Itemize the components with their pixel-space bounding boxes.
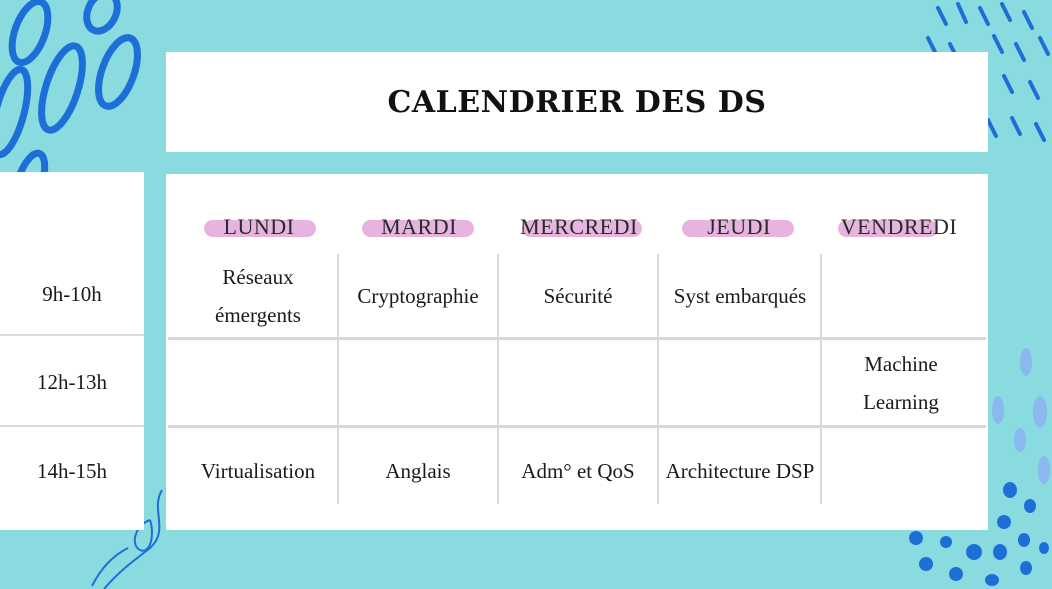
column-divider bbox=[657, 428, 659, 504]
time-slot-1: 9h-10h bbox=[42, 282, 102, 306]
schedule-cell-mercredi-12h bbox=[499, 342, 657, 424]
schedule-cell-lundi-14h: Virtualisation bbox=[200, 459, 316, 483]
title-card: CALENDRIER DES DS bbox=[166, 52, 988, 152]
day-label: VENDREDI bbox=[840, 214, 958, 239]
day-header-vendredi: VENDREDI bbox=[824, 212, 974, 242]
column-divider bbox=[657, 254, 659, 338]
schedule-cell-jeudi-12h bbox=[661, 342, 819, 424]
row-divider bbox=[168, 337, 986, 340]
page-title: CALENDRIER DES DS bbox=[387, 84, 767, 120]
day-label: MERCREDI bbox=[520, 214, 638, 239]
time-divider bbox=[0, 334, 144, 336]
day-header-mardi: MARDI bbox=[344, 212, 494, 242]
day-label: LUNDI bbox=[223, 214, 295, 239]
schedule-cell-lundi-12h bbox=[179, 342, 337, 424]
time-slot-3: 14h-15h bbox=[37, 459, 107, 483]
schedule-cell-mardi-12h bbox=[339, 342, 497, 424]
schedule-grid: LUNDI MARDI MERCREDI JEUDI VENDREDI Rése… bbox=[166, 174, 988, 530]
time-column: 9h-10h 12h-13h 14h-15h bbox=[0, 172, 144, 530]
schedule-cell-mercredi-14h: Adm° et QoS bbox=[521, 459, 635, 483]
time-divider bbox=[0, 425, 144, 427]
day-label: JEUDI bbox=[707, 214, 771, 239]
schedule-cell-jeudi-9h: Syst embarqués bbox=[673, 284, 807, 308]
schedule-cell-mardi-14h: Anglais bbox=[385, 459, 451, 483]
day-header-lundi: LUNDI bbox=[184, 212, 334, 242]
day-header-mercredi: MERCREDI bbox=[504, 212, 654, 242]
row-divider bbox=[168, 425, 986, 428]
day-header-jeudi: JEUDI bbox=[664, 212, 814, 242]
schedule-cell-vendredi-12h: Machine Learning bbox=[863, 352, 939, 414]
schedule-cell-mardi-9h: Cryptographie bbox=[357, 284, 479, 308]
schedule-cell-lundi-9h: Réseaux émergents bbox=[215, 265, 301, 327]
schedule-cell-vendredi-9h bbox=[822, 256, 980, 336]
schedule-cell-vendredi-14h bbox=[822, 430, 980, 512]
schedule-cell-jeudi-14h: Architecture DSP bbox=[665, 459, 815, 483]
time-slot-2: 12h-13h bbox=[37, 370, 107, 394]
schedule-cell-mercredi-9h: Sécurité bbox=[543, 284, 613, 308]
day-label: MARDI bbox=[381, 214, 457, 239]
column-divider bbox=[657, 340, 659, 425]
